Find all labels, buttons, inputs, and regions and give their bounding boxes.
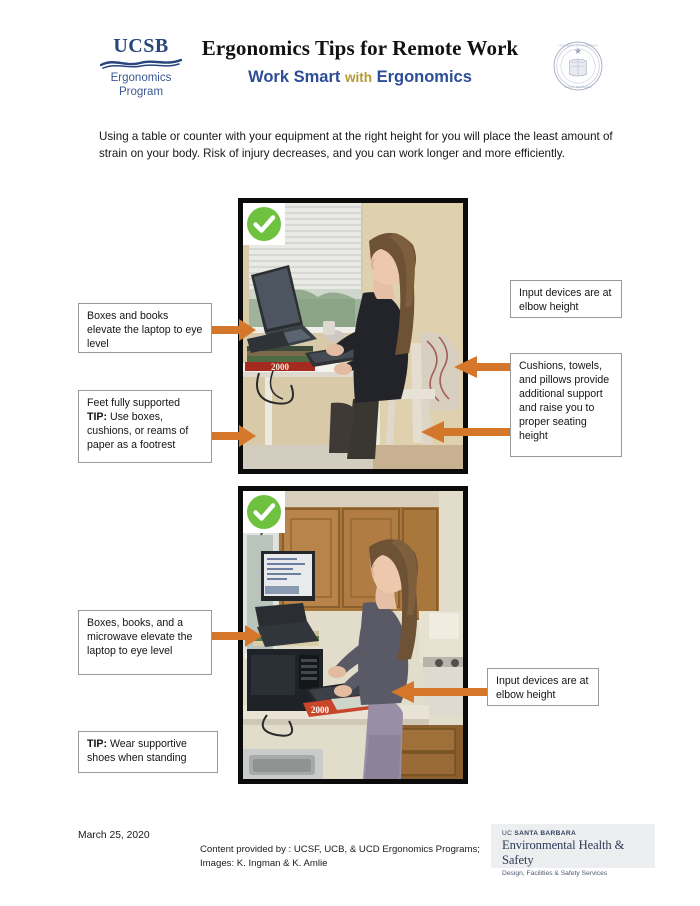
ucsb-logo-line2: Program (118, 86, 164, 99)
ehs-uc-text: UC (502, 830, 515, 837)
ehs-campus-line: UC SANTA BARBARA (502, 830, 655, 837)
ehs-department-title: Environmental Health & Safety (502, 838, 625, 867)
intro-paragraph: Using a table or counter with your equip… (99, 130, 613, 161)
ehs-logo-badge: UC SANTA BARBARA Environmental Health & … (491, 824, 655, 877)
title-block: Ergonomics Tips for Remote Work Work Sma… (180, 36, 540, 87)
page-title: Ergonomics Tips for Remote Work (201, 36, 519, 60)
document-page: UCSB Ergonomics Program Ergonomics Tips … (0, 0, 700, 906)
callout-supportive-shoes-tip: TIP: Wear supportive shoes when standing (78, 731, 218, 773)
arrow-cushions-to-seat (421, 421, 512, 443)
svg-text:2000: 2000 (311, 705, 330, 715)
uc-seal-icon: SANTA BARBARA UNIVERSITY OF CALIFORNIA (553, 41, 603, 91)
ehs-santa-barbara-text: SANTA BARBARA (514, 830, 577, 837)
standing-workstation-illustration: 2000 (243, 491, 463, 779)
check-mark-icon (247, 495, 281, 529)
callout-feet-line1: Feet fully supported (87, 397, 181, 409)
callout-shoes-tip-label: TIP: (87, 738, 108, 750)
callout-boxes-books-elevate-laptop: Boxes and books elevate the laptop to ey… (78, 303, 212, 353)
arrow-boxes-microwave-to-laptop (205, 625, 262, 647)
arrow-boxes-books-to-laptop (205, 319, 256, 341)
subtitle-with: with (344, 70, 372, 85)
check-mark-icon (247, 207, 281, 241)
photo-standing-workstation: 2000 (238, 486, 468, 784)
arrow-feet-supported-to-footrest (205, 425, 256, 447)
footer-credit-line2: Images: K. Ingman & K. Amlie (200, 857, 328, 869)
callout-feet-tip-label: TIP: (87, 410, 108, 423)
page-subtitle: Work Smart with Ergonomics (180, 68, 540, 87)
callout-boxes-books-text: Boxes and books elevate the laptop to ey… (87, 310, 203, 350)
callout-input-devices-elbow-height-standing: Input devices are at elbow height (487, 668, 599, 706)
ucsb-wave-icon (100, 58, 182, 69)
ehs-services-line: Design, Facilities & Safety Services (502, 870, 608, 877)
subtitle-ergonomics: Ergonomics (376, 68, 472, 86)
footer-credit: Content provided by : UCSF, UCB, & UCD E… (200, 843, 480, 871)
footer-date: March 25, 2020 (78, 830, 150, 841)
svg-text:SANTA BARBARA: SANTA BARBARA (564, 85, 592, 89)
callout-cushions-text: Cushions, towels, and pillows provide ad… (519, 360, 610, 442)
callout-input-standing-text: Input devices are at elbow height (496, 675, 589, 701)
callout-input-seated-text: Input devices are at elbow height (519, 287, 612, 313)
checkmark-badge-standing (243, 491, 285, 533)
arrow-input-devices-standing (391, 681, 488, 703)
subtitle-work-smart: Work Smart (248, 68, 341, 86)
photo-standing-content: 2000 (243, 491, 463, 779)
callout-microwave-text: Boxes, books, and a microwave elevate th… (87, 617, 193, 657)
page-header: UCSB Ergonomics Program Ergonomics Tips … (0, 0, 700, 112)
callout-input-devices-elbow-height-seated: Input devices are at elbow height (510, 280, 622, 318)
callout-cushions-towels-pillows: Cushions, towels, and pillows provide ad… (510, 353, 622, 457)
callout-feet-fully-supported: Feet fully supported TIP: Use boxes, cus… (78, 390, 212, 463)
svg-text:2000: 2000 (271, 362, 290, 372)
checkmark-badge-seated (243, 203, 285, 245)
svg-text:UNIVERSITY OF CALIFORNIA: UNIVERSITY OF CALIFORNIA (558, 45, 599, 48)
footer-credit-line1: Content provided by : UCSF, UCB, & UCD E… (200, 844, 480, 855)
callout-boxes-books-microwave: Boxes, books, and a microwave elevate th… (78, 610, 212, 675)
arrow-cushions-to-chair-back (454, 356, 513, 378)
